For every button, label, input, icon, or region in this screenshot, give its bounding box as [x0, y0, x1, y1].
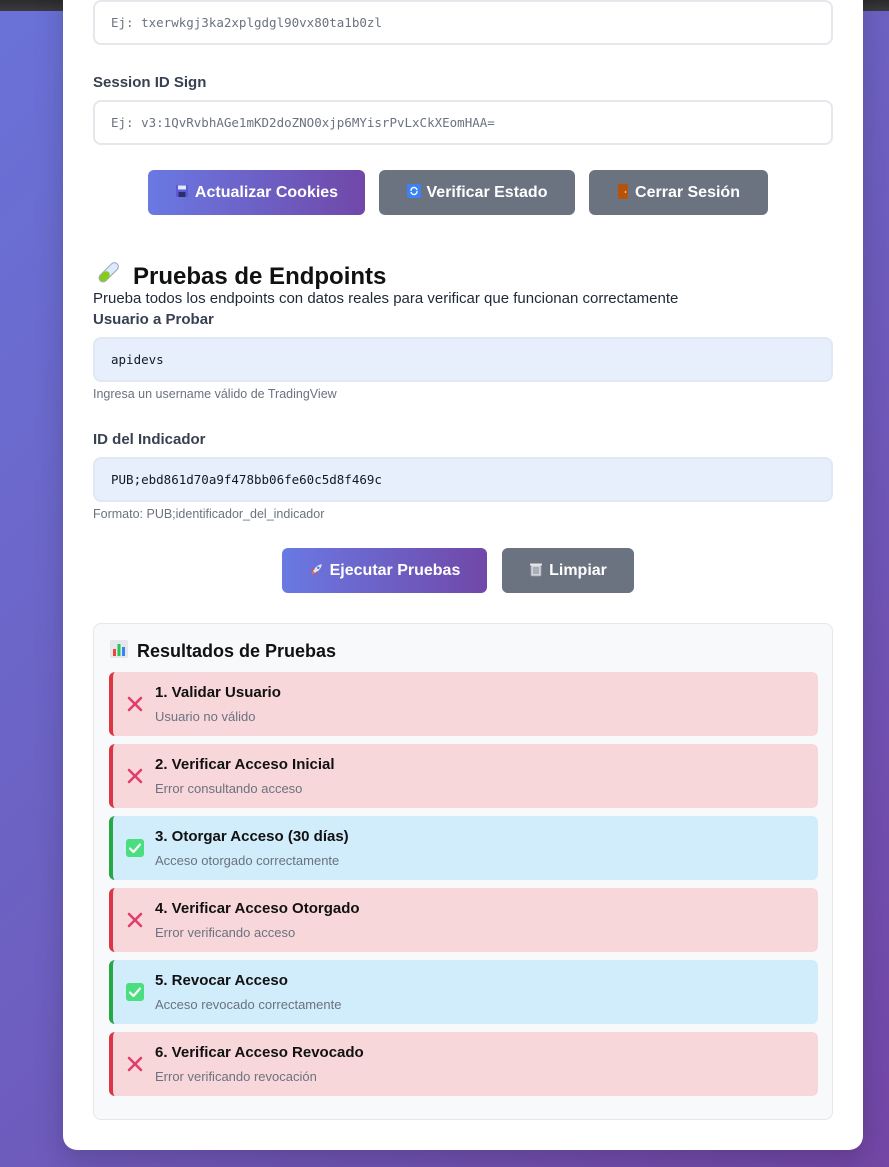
cross-icon: [125, 910, 145, 930]
result-title: 3. Otorgar Acceso (30 días): [155, 828, 349, 845]
rocket-icon: [309, 562, 324, 580]
logout-button[interactable]: Cerrar Sesión: [589, 170, 768, 215]
clear-label: Limpiar: [549, 561, 607, 579]
cross-icon: [125, 766, 145, 786]
indicator-hint: Formato: PUB;identificador_del_indicador: [93, 507, 325, 521]
door-icon: [617, 183, 629, 202]
verify-status-button[interactable]: Verificar Estado: [379, 170, 575, 215]
results-title: Resultados de Pruebas: [110, 640, 336, 663]
indicator-label: ID del Indicador: [93, 431, 206, 448]
result-item: 1. Validar Usuario Usuario no válido: [109, 672, 818, 736]
session-id-sign-input[interactable]: Ej: v3:1QvRvbhAGe1mKD2doZNO0xjp6MYisrPvL…: [93, 100, 833, 145]
result-item: 5. Revocar Acceso Acceso revocado correc…: [109, 960, 818, 1024]
run-tests-label: Ejecutar Pruebas: [329, 561, 461, 579]
update-cookies-label: Actualizar Cookies: [194, 183, 339, 201]
verify-status-label: Verificar Estado: [426, 183, 548, 201]
result-title: 1. Validar Usuario: [155, 684, 281, 701]
indicator-input[interactable]: PUB;ebd861d70a9f478bb06fe60c5d8f469c: [93, 457, 833, 502]
check-icon: [125, 838, 145, 858]
user-hint: Ingresa un username válido de TradingVie…: [93, 387, 337, 401]
result-item: 6. Verificar Acceso Revocado Error verif…: [109, 1032, 818, 1096]
cross-icon: [125, 694, 145, 714]
indicator-value: PUB;ebd861d70a9f478bb06fe60c5d8f469c: [111, 472, 382, 487]
cross-icon: [125, 1054, 145, 1074]
tests-description: Prueba todos los endpoints con datos rea…: [93, 290, 679, 307]
result-title: 5. Revocar Acceso: [155, 972, 288, 989]
session-id-placeholder: Ej: txerwkgj3ka2xplgdgl90vx80ta1b0zl: [111, 15, 382, 30]
main-card: Ej: txerwkgj3ka2xplgdgl90vx80ta1b0zl Ses…: [63, 0, 863, 1150]
check-icon: [125, 982, 145, 1002]
refresh-icon: [406, 184, 421, 201]
bar-chart-icon: [110, 640, 128, 663]
result-title: 4. Verificar Acceso Otorgado: [155, 900, 360, 917]
result-item: 3. Otorgar Acceso (30 días) Acceso otorg…: [109, 816, 818, 880]
clear-button[interactable]: Limpiar: [502, 548, 634, 593]
session-id-sign-label: Session ID Sign: [93, 74, 207, 91]
result-message: Error verificando revocación: [155, 1069, 317, 1084]
floppy-disk-icon: [175, 184, 189, 201]
tests-title-text: Pruebas de Endpoints: [133, 262, 387, 290]
session-id-input[interactable]: Ej: txerwkgj3ka2xplgdgl90vx80ta1b0zl: [93, 0, 833, 45]
result-message: Usuario no válido: [155, 709, 256, 724]
result-message: Acceso otorgado correctamente: [155, 853, 340, 868]
session-id-sign-placeholder: Ej: v3:1QvRvbhAGe1mKD2doZNO0xjp6MYisrPvL…: [111, 115, 495, 130]
result-title: 2. Verificar Acceso Inicial: [155, 756, 335, 773]
update-cookies-button[interactable]: Actualizar Cookies: [148, 170, 365, 215]
result-message: Acceso revocado correctamente: [155, 997, 342, 1012]
user-label: Usuario a Probar: [93, 311, 214, 328]
trash-icon: [529, 562, 543, 580]
result-message: Error verificando acceso: [155, 925, 296, 940]
result-title: 6. Verificar Acceso Revocado: [155, 1044, 364, 1061]
results-panel: Resultados de Pruebas 1. Validar Usuario…: [93, 623, 833, 1120]
run-tests-button[interactable]: Ejecutar Pruebas: [282, 548, 487, 593]
user-input[interactable]: apidevs: [93, 337, 833, 382]
result-message: Error consultando acceso: [155, 781, 303, 796]
logout-label: Cerrar Sesión: [635, 183, 740, 201]
user-value: apidevs: [111, 352, 164, 367]
result-item: 4. Verificar Acceso Otorgado Error verif…: [109, 888, 818, 952]
results-title-text: Resultados de Pruebas: [137, 641, 337, 661]
result-item: 2. Verificar Acceso Inicial Error consul…: [109, 744, 818, 808]
